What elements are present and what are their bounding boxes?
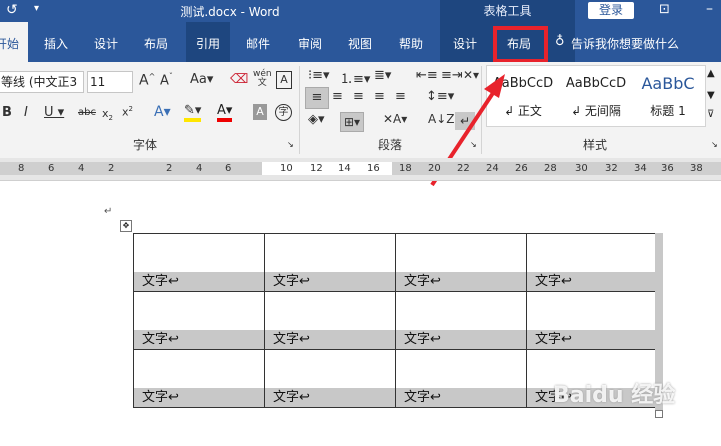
ruler-label: 30 bbox=[575, 163, 588, 174]
table-cell[interactable]: 文字↩ bbox=[395, 233, 527, 292]
cell-text: 文字↩ bbox=[142, 390, 179, 405]
ruler-label: 12 bbox=[310, 163, 323, 174]
cell-text: 文字↩ bbox=[404, 274, 441, 289]
ruler-label: 4 bbox=[78, 163, 85, 174]
table-cell[interactable]: 文字↩ bbox=[526, 233, 658, 292]
ruler-label: 36 bbox=[661, 163, 674, 174]
cell-text: 文字↩ bbox=[142, 332, 179, 347]
cell-text: 文字↩ bbox=[535, 332, 572, 347]
ruler-label: 22 bbox=[457, 163, 470, 174]
ruler-margin-left bbox=[0, 162, 262, 175]
cell-text: 文字↩ bbox=[404, 332, 441, 347]
table-resize-handle[interactable] bbox=[655, 410, 663, 418]
arrow-head bbox=[484, 74, 505, 98]
ruler-label: 14 bbox=[338, 163, 351, 174]
ruler-label: 34 bbox=[634, 163, 647, 174]
horizontal-ruler[interactable]: 8 6 4 2 2 4 6 10 12 14 16 18 20 22 24 26… bbox=[0, 158, 721, 181]
ruler-label: 20 bbox=[428, 163, 441, 174]
ruler-label: 6 bbox=[225, 163, 232, 174]
table-cell[interactable]: 文字↩ bbox=[264, 349, 396, 408]
table-move-handle-icon[interactable]: ✥ bbox=[120, 220, 132, 232]
table-cell[interactable]: 文字↩ bbox=[395, 349, 527, 408]
cell-text: 文字↩ bbox=[404, 390, 441, 405]
ruler-label: 2 bbox=[108, 163, 115, 174]
ruler-label: 28 bbox=[544, 163, 557, 174]
ruler-label: 8 bbox=[18, 163, 25, 174]
table-row: 文字↩ 文字↩ 文字↩ 文字↩ bbox=[133, 233, 658, 292]
paragraph-mark: ↵ bbox=[104, 206, 113, 217]
table-cell[interactable]: 文字↩ bbox=[264, 233, 396, 292]
ruler-label: 16 bbox=[367, 163, 380, 174]
ruler-label: 38 bbox=[690, 163, 703, 174]
ruler-label: 24 bbox=[486, 163, 499, 174]
cell-text: 文字↩ bbox=[273, 274, 310, 289]
ruler-label: 4 bbox=[196, 163, 203, 174]
ruler-label: 26 bbox=[515, 163, 528, 174]
table-row: 文字↩ 文字↩ 文字↩ 文字↩ bbox=[133, 291, 658, 350]
table-cell[interactable]: 文字↩ bbox=[395, 291, 527, 350]
table-cell[interactable]: 文字↩ bbox=[133, 291, 265, 350]
cell-text: 文字↩ bbox=[535, 274, 572, 289]
cell-text: 文字↩ bbox=[273, 390, 310, 405]
cell-text: 文字↩ bbox=[273, 332, 310, 347]
ruler-label: 6 bbox=[48, 163, 55, 174]
cell-text: 文字↩ bbox=[142, 274, 179, 289]
table-cell[interactable]: 文字↩ bbox=[264, 291, 396, 350]
table-cell[interactable]: 文字↩ bbox=[133, 349, 265, 408]
table-cell[interactable]: 文字↩ bbox=[133, 233, 265, 292]
ruler-label: 10 bbox=[280, 163, 293, 174]
ruler-label: 2 bbox=[166, 163, 173, 174]
ruler-label: 18 bbox=[399, 163, 412, 174]
table-cell[interactable]: 文字↩ bbox=[526, 291, 658, 350]
watermark: Baidu 经验 bbox=[553, 383, 676, 408]
ruler-label: 32 bbox=[605, 163, 618, 174]
